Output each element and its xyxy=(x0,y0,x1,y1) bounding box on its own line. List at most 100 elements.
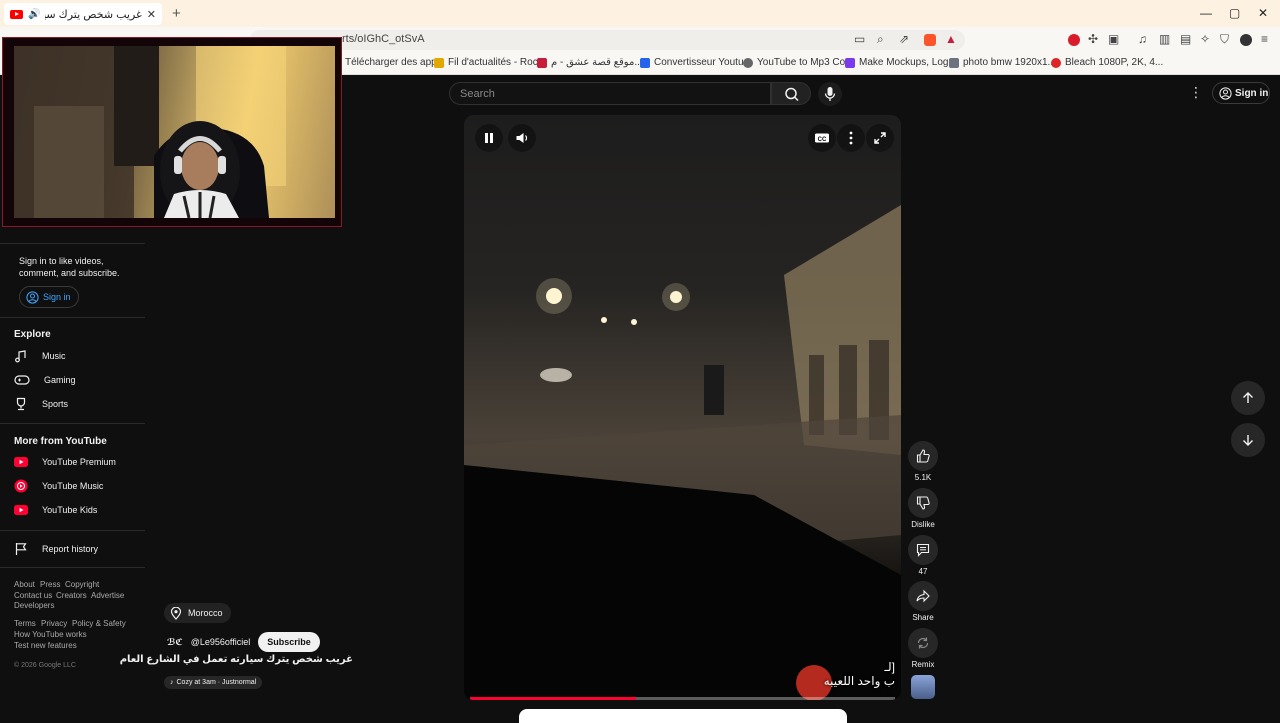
sidebar-divider xyxy=(0,530,145,531)
location-chip[interactable]: Morocco xyxy=(164,603,231,623)
bookmark-favicon-icon xyxy=(537,57,547,68)
wallet-icon[interactable]: ▤ xyxy=(1180,32,1191,46)
thumbs-down-icon xyxy=(916,496,930,510)
footer-link-copyright[interactable]: Copyright xyxy=(65,580,99,589)
microphone-icon xyxy=(824,87,836,101)
browser-tab[interactable]: 🔊 غريب شخص يترك سيارته تعمل... ✕ xyxy=(4,3,162,25)
bookmark-item[interactable]: موقع قصة عشق - م... xyxy=(537,57,643,68)
settings-menu-icon[interactable]: ⋮ xyxy=(1189,84,1203,101)
video-progress-bar[interactable] xyxy=(470,697,895,700)
sidebar-item-report-history[interactable]: Report history xyxy=(14,539,144,559)
webcam-scene-image xyxy=(14,46,286,218)
cast-icon[interactable]: ▭ xyxy=(854,32,865,46)
music-player-icon[interactable]: ♫ xyxy=(1138,32,1147,46)
next-video-button[interactable] xyxy=(1231,423,1265,457)
voice-search-button[interactable] xyxy=(818,82,842,106)
bookmark-label: photo bmw 1920x1... xyxy=(963,57,1056,68)
speaker-icon[interactable]: 🔊 xyxy=(28,9,40,20)
dislike-button[interactable] xyxy=(908,488,938,518)
rewards-icon[interactable]: ▲ xyxy=(945,32,957,46)
volume-button[interactable] xyxy=(508,124,536,152)
footer-link-how-youtube-works[interactable]: How YouTube works xyxy=(14,630,87,639)
short-video-player[interactable]: CC [لـ ب واحد اللعيبه xyxy=(464,115,901,700)
captions-button[interactable]: CC xyxy=(808,124,836,152)
sidebar-sign-in-button[interactable]: Sign in xyxy=(19,286,79,308)
sidebar-item-youtube-premium[interactable]: YouTube Premium xyxy=(14,452,144,472)
music-chip[interactable]: ♪ Cozy at 3am · Justnormal xyxy=(164,676,263,689)
channel-avatar[interactable]: ℬℭ xyxy=(167,637,183,648)
ai-icon[interactable]: ✧ xyxy=(1200,32,1210,46)
vpn-shield-icon[interactable]: ⛉ xyxy=(1220,32,1229,47)
fullscreen-button[interactable] xyxy=(866,124,894,152)
sidebar-item-label: YouTube Premium xyxy=(42,457,116,467)
new-tab-button[interactable]: + xyxy=(172,5,181,22)
screenshot-icon[interactable]: ▣ xyxy=(1108,32,1119,46)
footer-link-advertise[interactable]: Advertise xyxy=(91,591,124,600)
extensions-icon[interactable]: ✣ xyxy=(1088,32,1098,46)
sidebar-item-label: Music xyxy=(42,351,66,361)
brave-shield-icon[interactable] xyxy=(924,34,936,46)
browser-menu-icon[interactable]: ≡ xyxy=(1261,32,1268,46)
location-pin-icon xyxy=(170,606,182,620)
profile-icon[interactable] xyxy=(1240,34,1252,46)
search-input[interactable]: Search xyxy=(449,82,771,105)
bookmark-item[interactable]: Make Mockups, Log... xyxy=(845,57,957,68)
bookmark-item[interactable]: Convertisseur Youtu... xyxy=(640,57,752,68)
footer-link-test-features[interactable]: Test new features xyxy=(14,641,77,650)
comment-count: 47 xyxy=(918,567,928,576)
footer-link-terms[interactable]: Terms xyxy=(14,619,36,628)
sidebar-toggle-icon[interactable]: ▥ xyxy=(1159,32,1170,46)
previous-video-button[interactable] xyxy=(1231,381,1265,415)
search-placeholder: Search xyxy=(460,88,495,100)
music-note-icon xyxy=(15,350,26,363)
opera-icon[interactable] xyxy=(1068,34,1080,46)
subscribe-button[interactable]: Subscribe xyxy=(258,632,320,652)
sign-in-prompt: Sign in to like videos, comment, and sub… xyxy=(19,256,120,278)
channel-handle[interactable]: @Le956officiel xyxy=(191,637,251,647)
footer-link-creators[interactable]: Creators xyxy=(56,591,87,600)
maximize-button[interactable]: ▢ xyxy=(1229,6,1240,20)
footer-link-about[interactable]: About xyxy=(14,580,35,589)
footer-link-contact[interactable]: Contact us xyxy=(14,591,52,600)
bookmark-item[interactable]: YouTube to Mp3 Co... xyxy=(743,57,854,68)
music-note-icon: ♪ xyxy=(170,679,174,686)
youtube-premium-icon xyxy=(14,457,28,467)
sign-in-button[interactable]: Sign in xyxy=(1212,82,1270,104)
footer-link-developers[interactable]: Developers xyxy=(14,601,54,610)
share-label: Share xyxy=(912,613,934,622)
bookmark-item[interactable]: Télécharger des app... xyxy=(345,57,445,68)
bookmark-favicon-icon xyxy=(640,57,650,68)
tab-close-icon[interactable]: ✕ xyxy=(147,8,156,21)
zoom-icon[interactable]: ⌕ xyxy=(877,32,884,47)
search-button[interactable] xyxy=(771,82,811,105)
sound-thumbnail[interactable] xyxy=(911,675,935,699)
account-icon xyxy=(26,290,39,304)
sidebar-item-youtube-kids[interactable]: YouTube Kids xyxy=(14,500,144,520)
footer-link-press[interactable]: Press xyxy=(40,580,60,589)
flag-icon xyxy=(15,543,27,555)
share-page-icon[interactable]: ⇗ xyxy=(899,32,909,46)
bookmark-item[interactable]: photo bmw 1920x1... xyxy=(949,57,1056,68)
sidebar-item-youtube-music[interactable]: YouTube Music xyxy=(14,476,144,496)
more-options-button[interactable] xyxy=(837,124,865,152)
remix-button[interactable] xyxy=(908,628,938,658)
footer-link-policy[interactable]: Policy & Safety xyxy=(72,619,126,628)
browser-tab-bar: 🔊 غريب شخص يترك سيارته تعمل... ✕ + — ▢ ✕ xyxy=(0,0,1280,27)
pause-button[interactable] xyxy=(475,124,503,152)
bookmark-item[interactable]: Fil d'actualités - Roc... xyxy=(434,57,546,68)
sign-in-label: Sign in xyxy=(1235,87,1269,99)
minimize-button[interactable]: — xyxy=(1200,6,1212,20)
bottom-panel-handle[interactable] xyxy=(519,709,847,723)
share-button[interactable] xyxy=(908,581,938,611)
webcam-feed xyxy=(14,46,335,218)
comments-button[interactable] xyxy=(908,535,938,565)
sidebar-item-gaming[interactable]: Gaming xyxy=(14,370,144,390)
like-button[interactable] xyxy=(908,441,938,471)
bookmark-item[interactable]: Bleach 1080P, 2K, 4... xyxy=(1051,57,1163,68)
footer-link-privacy[interactable]: Privacy xyxy=(41,619,67,628)
sidebar-item-music[interactable]: Music xyxy=(14,346,144,366)
sidebar-item-sports[interactable]: Sports xyxy=(14,394,144,414)
webcam-overlay xyxy=(2,37,342,227)
close-window-button[interactable]: ✕ xyxy=(1258,6,1268,20)
closed-captions-icon: CC xyxy=(815,133,829,143)
